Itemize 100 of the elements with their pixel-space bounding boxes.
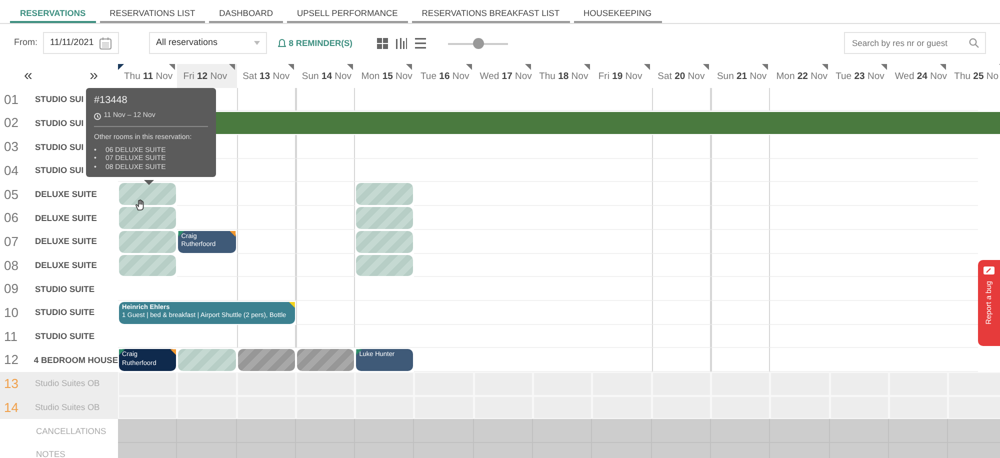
calendar-cell[interactable] <box>710 300 770 325</box>
calendar-cell[interactable] <box>830 419 889 443</box>
calendar-cell[interactable] <box>236 230 296 254</box>
calendar-cell[interactable] <box>236 324 296 348</box>
calendar-cell[interactable] <box>888 419 948 443</box>
columns-view-icon[interactable] <box>396 38 407 48</box>
calendar-cell[interactable] <box>710 254 770 278</box>
calendar-cell[interactable] <box>710 277 770 301</box>
room-name: STUDIO SUITE <box>35 282 95 296</box>
calendar-cell[interactable] <box>118 419 178 443</box>
calendar-cell[interactable] <box>296 182 356 206</box>
calendar-cell[interactable] <box>236 158 296 182</box>
calendar-cell[interactable] <box>652 277 711 301</box>
calendar-cell[interactable] <box>296 230 356 254</box>
room-number: 11 <box>4 328 18 346</box>
tentative-reservation[interactable] <box>119 207 176 229</box>
calendar-cell[interactable] <box>296 324 356 348</box>
calendar-cell[interactable] <box>710 230 770 254</box>
day-header[interactable]: Wed 24 Nov <box>888 64 948 88</box>
calendar-cell[interactable] <box>296 206 356 230</box>
calendar-cell[interactable] <box>296 254 356 278</box>
tab[interactable]: HOUSEKEEPING <box>574 0 662 23</box>
search-field[interactable]: Search by res nr or guest <box>844 32 986 54</box>
calendar-cell[interactable] <box>533 419 592 443</box>
calendar-cell[interactable] <box>296 158 356 182</box>
day-header[interactable]: Sat 20 Nov <box>652 64 711 88</box>
calendar-cell[interactable] <box>296 88 356 112</box>
calendar-cell[interactable] <box>236 419 296 443</box>
calendar-cell[interactable] <box>652 300 711 325</box>
calendar-cell[interactable] <box>652 419 711 443</box>
tentative-reservation[interactable] <box>178 349 236 371</box>
calendar-cell[interactable] <box>236 182 296 206</box>
calendar-cell[interactable] <box>355 419 414 443</box>
calendar-cell[interactable] <box>296 135 356 159</box>
room-name: 4 BEDROOM HOUSE <box>34 354 118 366</box>
calendar-cell[interactable] <box>652 206 711 230</box>
day-header[interactable]: Sat 13 Nov <box>236 64 296 88</box>
day-header[interactable]: Thu 18 Nov <box>533 64 592 88</box>
calendar-cell[interactable] <box>296 419 356 443</box>
filter-select[interactable]: All reservations <box>149 32 267 54</box>
reminders-link[interactable]: 8 REMINDER(S) <box>278 36 353 50</box>
calendar-cell[interactable] <box>296 300 356 325</box>
previous-button[interactable]: « <box>24 64 32 88</box>
next-button[interactable]: » <box>90 64 98 88</box>
day-header[interactable]: Fri 12 Nov <box>177 64 237 88</box>
calendar-cell[interactable] <box>414 419 474 443</box>
calendar-cell[interactable] <box>652 158 711 182</box>
calendar-cell[interactable] <box>652 324 711 348</box>
calendar-cell[interactable] <box>710 135 770 159</box>
blocked-reservation[interactable] <box>238 349 295 371</box>
calendar-cell[interactable] <box>236 254 296 278</box>
room-name: DELUXE SUITE <box>35 188 97 201</box>
tentative-reservation[interactable] <box>356 207 414 229</box>
calendar-cell[interactable] <box>177 419 237 443</box>
day-header[interactable]: Sun 21 Nov <box>710 64 770 88</box>
tentative-reservation[interactable] <box>356 183 414 206</box>
day-header[interactable]: Wed 17 Nov <box>474 64 534 88</box>
grid-view-icon[interactable] <box>376 38 388 48</box>
tab[interactable]: UPSELL PERFORMANCE <box>287 0 408 23</box>
calendar-cell[interactable] <box>652 230 711 254</box>
blocked-reservation[interactable] <box>296 349 354 371</box>
day-header[interactable]: Tue 16 Nov <box>414 64 474 88</box>
day-header[interactable]: Mon 15 Nov <box>355 64 414 88</box>
tab[interactable]: RESERVATIONS BREAKFAST LIST <box>412 0 570 23</box>
list-view-icon[interactable] <box>414 38 426 48</box>
calendar-cell[interactable] <box>474 419 534 443</box>
tentative-reservation[interactable] <box>356 254 414 276</box>
day-header[interactable]: Mon 22 Nov <box>770 64 830 88</box>
calendar-cell[interactable] <box>770 419 830 443</box>
zoom-slider[interactable] <box>448 38 508 48</box>
calendar-cell[interactable] <box>652 182 711 206</box>
calendar-cell[interactable] <box>236 277 296 301</box>
day-header[interactable]: Sun 14 Nov <box>296 64 356 88</box>
calendar-cell[interactable] <box>652 254 711 278</box>
calendar-cell[interactable] <box>710 419 770 443</box>
calendar-cell[interactable] <box>236 88 296 112</box>
tab[interactable]: RESERVATIONS <box>10 0 96 23</box>
tentative-reservation[interactable] <box>356 230 414 252</box>
date-field[interactable]: 11/11/2021 <box>43 32 119 54</box>
day-header[interactable]: Tue 23 Nov <box>830 64 889 88</box>
calendar-cell[interactable] <box>948 419 1000 443</box>
tentative-reservation[interactable] <box>119 254 176 276</box>
calendar-cell[interactable] <box>592 419 652 443</box>
tentative-reservation[interactable] <box>119 230 176 252</box>
calendar-cell[interactable] <box>710 324 770 348</box>
calendar-cell[interactable] <box>652 88 711 112</box>
calendar-cell[interactable] <box>652 135 711 159</box>
tentative-reservation[interactable] <box>119 183 176 206</box>
calendar-cell[interactable] <box>236 135 296 159</box>
calendar-cell[interactable] <box>710 182 770 206</box>
tab[interactable]: DASHBOARD <box>209 0 283 23</box>
calendar-cell[interactable] <box>710 206 770 230</box>
calendar-cell[interactable] <box>710 88 770 112</box>
calendar-cell[interactable] <box>710 158 770 182</box>
calendar-cell[interactable] <box>296 277 356 301</box>
calendar-cell[interactable] <box>236 206 296 230</box>
day-header[interactable]: Thu 25 No <box>948 64 1000 88</box>
day-header[interactable]: Fri 19 Nov <box>592 64 652 88</box>
tab[interactable]: RESERVATIONS LIST <box>100 0 206 23</box>
room-name: DELUXE SUITE <box>35 212 97 224</box>
